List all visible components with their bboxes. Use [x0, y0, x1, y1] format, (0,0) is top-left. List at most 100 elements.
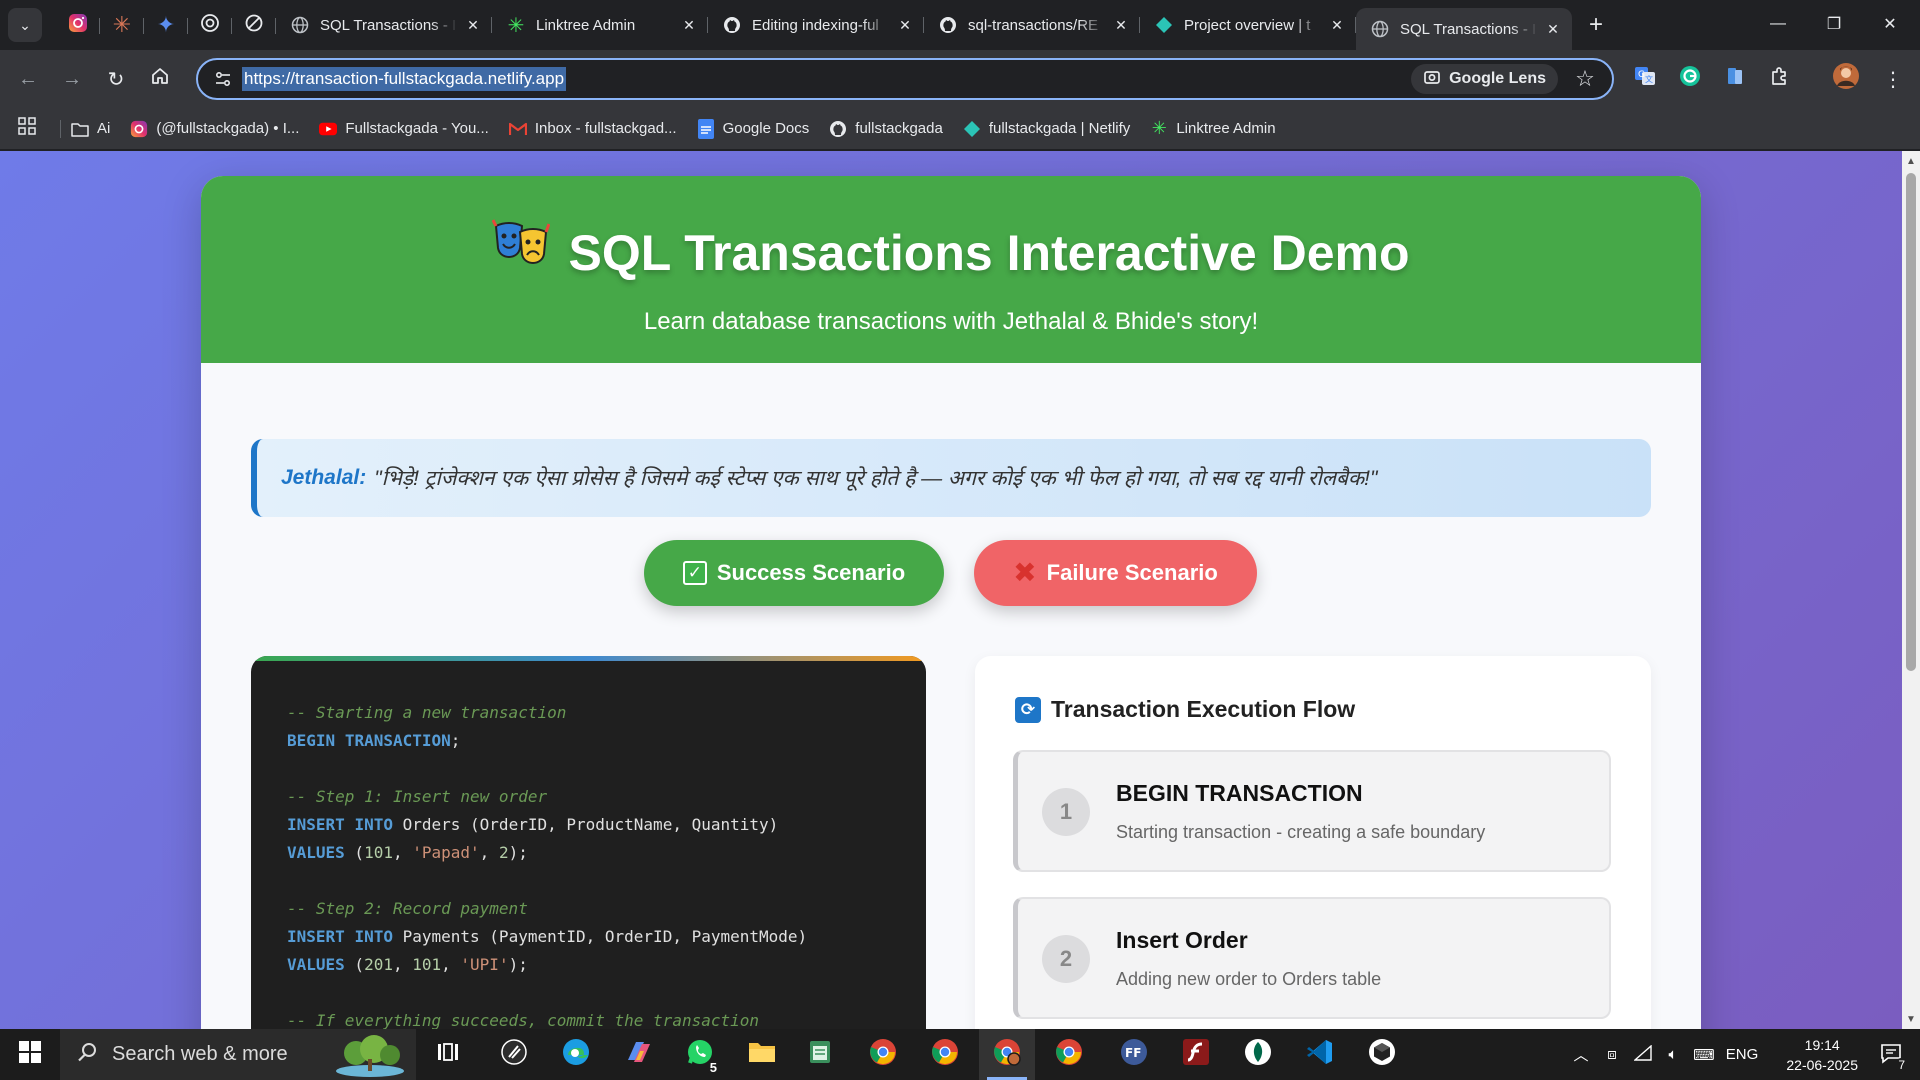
reader-extension[interactable]: [1718, 62, 1752, 96]
close-icon[interactable]: ✕: [464, 16, 482, 34]
code-token: );: [508, 955, 528, 974]
bookmark-github[interactable]: fullstackgada: [829, 120, 943, 138]
tab-sql-transactions-active[interactable]: SQL Transactions - I ✕: [1356, 8, 1572, 50]
scrollbar-thumb[interactable]: [1906, 173, 1916, 671]
taskbar-app-chrome-1[interactable]: [855, 1029, 911, 1080]
taskbar-app-notepad[interactable]: [792, 1029, 848, 1080]
notification-center-button[interactable]: 7: [1868, 1029, 1914, 1080]
taskbar-app-whatsapp[interactable]: 5: [672, 1029, 728, 1080]
show-hidden-icons-chevron-icon[interactable]: ︿: [1566, 1044, 1596, 1065]
taskbar-app-chrome-profile-active[interactable]: [979, 1029, 1035, 1080]
taskbar-app-cube[interactable]: [1354, 1029, 1410, 1080]
pinned-tab-instagram[interactable]: [56, 7, 100, 43]
taskbar-app-edge[interactable]: [548, 1029, 604, 1080]
code-token: (: [344, 955, 365, 974]
taskbar-app-vscode[interactable]: [1292, 1029, 1348, 1080]
back-button[interactable]: ←: [8, 59, 48, 99]
tab-search-button[interactable]: ⌄: [8, 8, 42, 42]
forward-button[interactable]: →: [52, 59, 92, 99]
pinned-tab-chatgpt[interactable]: [188, 7, 232, 43]
volume-icon[interactable]: 🔈︎: [1658, 1046, 1688, 1063]
camera-icon: [1423, 68, 1441, 91]
meet-now-icon[interactable]: ⧈: [1596, 1046, 1628, 1063]
failure-scenario-button[interactable]: ✖ Failure Scenario: [974, 540, 1257, 606]
taskbar-app-chrome-3[interactable]: [1041, 1029, 1097, 1080]
profile-avatar[interactable]: [1829, 62, 1863, 96]
taskbar-app-flash[interactable]: [1168, 1029, 1224, 1080]
scroll-down-arrow-icon[interactable]: ▼: [1902, 1011, 1920, 1027]
notification-icon: 7: [1880, 1042, 1908, 1072]
close-icon[interactable]: ✕: [1328, 16, 1346, 34]
notepad-icon: [807, 1039, 833, 1070]
grammarly-icon: [1679, 65, 1701, 93]
page-scrollbar[interactable]: ▲ ▼: [1902, 151, 1920, 1029]
code-token: -- Step 2: Record payment: [287, 899, 528, 918]
code-token: -- Step 1: Insert new order: [287, 787, 548, 806]
restore-button[interactable]: ❐: [1806, 0, 1862, 48]
code-token: VALUES: [287, 843, 345, 862]
taskbar-search-box[interactable]: Search web & more: [60, 1029, 416, 1080]
close-window-button[interactable]: ✕: [1862, 0, 1918, 48]
bookmark-linktree[interactable]: ✳ Linktree Admin: [1150, 118, 1276, 138]
github-icon: [722, 15, 742, 35]
step-description: Starting transaction - creating a safe b…: [1116, 822, 1486, 842]
language-indicator[interactable]: ENG: [1720, 1046, 1764, 1063]
gmail-icon: [508, 120, 527, 138]
taskbar-app-mongodb-compass[interactable]: [1230, 1029, 1286, 1080]
google-translate-extension[interactable]: G文: [1628, 62, 1662, 96]
code-token: -- Starting a new transaction: [287, 703, 567, 722]
taskbar-app-file-explorer[interactable]: [734, 1029, 790, 1080]
taskbar-app-copilot[interactable]: [610, 1029, 666, 1080]
pinned-tab-gemini[interactable]: ✦: [144, 7, 188, 43]
failure-scenario-label: Failure Scenario: [1046, 560, 1218, 585]
scroll-up-arrow-icon[interactable]: ▲: [1902, 153, 1920, 169]
close-icon[interactable]: ✕: [1544, 20, 1562, 38]
input-method-icon[interactable]: ⌨︎: [1688, 1046, 1720, 1064]
url-text[interactable]: https://transaction-fullstackgada.netlif…: [242, 67, 567, 91]
network-icon[interactable]: [1628, 1043, 1658, 1065]
close-icon[interactable]: ✕: [1112, 16, 1130, 34]
tab-editing-indexing[interactable]: Editing indexing-ful ✕: [708, 7, 924, 43]
tab-linktree-admin[interactable]: ✳ Linktree Admin ✕: [492, 7, 708, 43]
extensions-button[interactable]: [1763, 62, 1797, 96]
new-tab-button[interactable]: +: [1580, 9, 1612, 41]
code-line: VALUES (201, 101, 'UPI');: [287, 951, 926, 979]
taskbar-clock[interactable]: 19:14 22-06-2025: [1786, 1035, 1858, 1075]
clock-date: 22-06-2025: [1786, 1057, 1858, 1073]
tab-sql-transactions-1[interactable]: SQL Transactions - I ✕: [276, 7, 492, 43]
taskbar-app-notion[interactable]: [486, 1029, 542, 1080]
address-bar[interactable]: https://transaction-fullstackgada.netlif…: [196, 58, 1614, 100]
bookmark-ai-folder[interactable]: Ai: [71, 120, 110, 138]
bookmark-gmail[interactable]: Inbox - fullstackgad...: [508, 120, 677, 138]
bookmark-google-docs[interactable]: Google Docs: [697, 118, 809, 139]
pinned-tab-perplexity[interactable]: [232, 7, 276, 43]
pinned-tab-claude[interactable]: ✳: [100, 7, 144, 43]
code-token: 2: [498, 843, 509, 862]
tab-sql-transactions-readme[interactable]: sql-transactions/RE ✕: [924, 7, 1140, 43]
success-scenario-button[interactable]: ✓ Success Scenario: [644, 540, 944, 606]
start-button[interactable]: [0, 1029, 60, 1080]
google-lens-button[interactable]: Google Lens: [1411, 64, 1558, 94]
close-icon[interactable]: ✕: [680, 16, 698, 34]
site-info-icon[interactable]: [204, 60, 242, 98]
apps-grid-icon[interactable]: [18, 117, 46, 140]
bookmark-youtube[interactable]: Fullstackgada - You...: [319, 120, 489, 138]
tab-project-overview[interactable]: Project overview | t ✕: [1140, 7, 1356, 43]
taskbar-app-chrome-2[interactable]: [917, 1029, 973, 1080]
bookmark-star-button[interactable]: ☆: [1570, 64, 1600, 94]
minimize-button[interactable]: —: [1750, 0, 1806, 48]
bookmark-netlify[interactable]: fullstackgada | Netlify: [963, 120, 1130, 138]
bookmark-instagram[interactable]: (@fullstackgada) • I...: [130, 120, 299, 138]
close-icon[interactable]: ✕: [896, 16, 914, 34]
code-token: ;: [450, 731, 461, 750]
taskbar-app-freefinder[interactable]: FF: [1106, 1029, 1162, 1080]
tab-title: SQL Transactions - I: [1400, 20, 1537, 38]
code-token: ,: [479, 843, 499, 862]
home-button[interactable]: [140, 59, 180, 99]
code-token: INTO: [354, 927, 393, 946]
taskbar-task-view[interactable]: [420, 1029, 476, 1080]
reload-button[interactable]: ↻: [96, 59, 136, 99]
grammarly-extension[interactable]: [1673, 62, 1707, 96]
code-token: ,: [441, 955, 461, 974]
browser-menu-button[interactable]: ⋮: [1876, 62, 1910, 96]
